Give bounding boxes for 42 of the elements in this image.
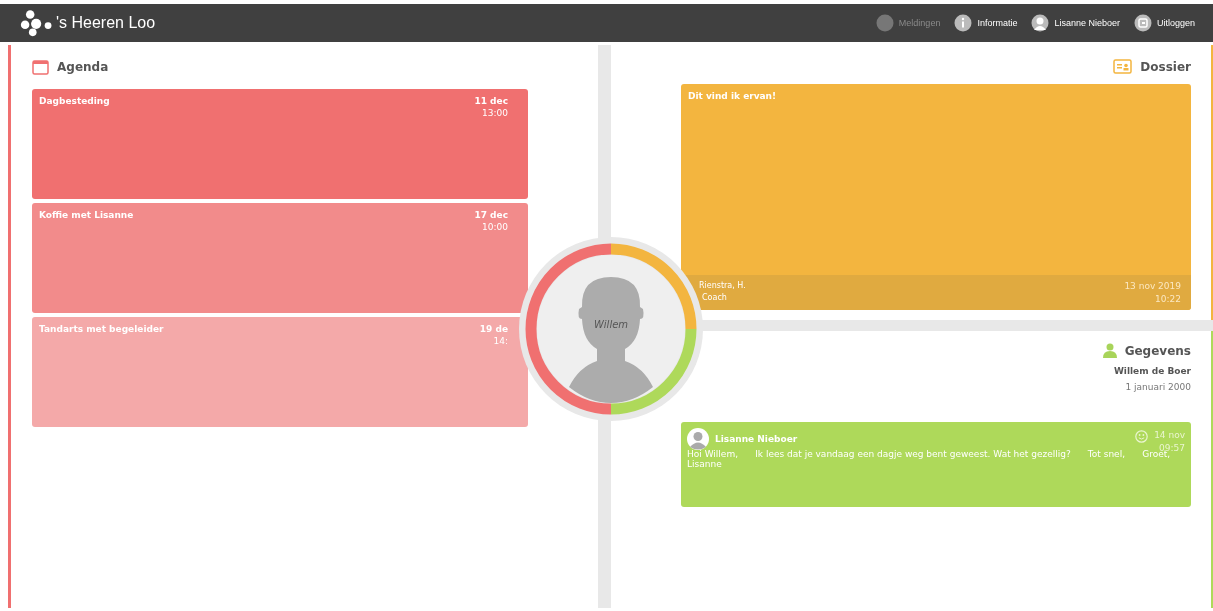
section-title: Agenda: [57, 60, 109, 74]
user-avatar-icon: [1031, 14, 1050, 32]
appointment-title: Koffie met Lisanne: [39, 210, 134, 220]
notification-icon: [875, 14, 894, 32]
logout-icon: [1133, 14, 1152, 32]
message-date: 14 nov: [1154, 430, 1185, 440]
appointment-date: 11 dec: [474, 96, 508, 106]
agenda-card[interactable]: Tandarts met begeleider 19 de 14:: [32, 317, 528, 427]
dossier-card[interactable]: Dit vind ik ervan! Rienstra, H. Coach 13 nov 2019 10:22: [681, 84, 1191, 310]
dossier-title: Dit vind ik ervan!: [687, 91, 778, 101]
message-card[interactable]: Lisanne Nieboer 14 nov 09:57 Hoi Willem, Ik lees dat je vandaag een dagje weg bent geweest. Wat het gezellig? Tot snel, Groet, Lisanne: [681, 422, 1191, 507]
id-card-icon: [1113, 59, 1133, 74]
appointment-title: Tandarts met begeleider: [39, 324, 164, 334]
person-name: Willem de Boer: [1113, 366, 1191, 376]
nav-link[interactable]: Informatie: [954, 14, 1018, 32]
message-text: Hoi Willem, Ik lees dat je vandaag een dagje weg bent geweest. Wat het gezellig? Tot snel, Groet, Lisanne: [687, 449, 1171, 469]
info-icon: [954, 14, 973, 32]
appointment-date: 19 de: [479, 324, 508, 334]
appointment-time: 14:: [493, 336, 508, 346]
person-icon: [1102, 343, 1117, 358]
birth-date: 1 januari 2000: [1125, 382, 1191, 392]
nav-link[interactable]: Uitloggen: [1133, 14, 1195, 32]
calendar-icon: [32, 59, 49, 75]
agenda-card[interactable]: Dagbesteding 11 dec 13:00: [32, 89, 528, 199]
avatar-icon: [687, 428, 709, 450]
agenda-card[interactable]: Koffie met Lisanne 17 dec 10:00: [32, 203, 528, 313]
author-name: Rienstra, H.: [699, 281, 746, 290]
appointment-date: 17 dec: [474, 210, 508, 220]
dossier-time: 10:22: [1155, 294, 1181, 304]
section-title: Gegevens: [1124, 343, 1191, 358]
logo-text: 's Heeren Loo: [56, 14, 156, 32]
smiley-icon: [1135, 430, 1149, 443]
author-role: Coach: [701, 293, 728, 302]
dossier-date: 13 nov 2019: [1124, 281, 1181, 291]
nav-link[interactable]: Lisanne Nieboer: [1031, 14, 1120, 32]
appointment-time: 13:00: [482, 108, 508, 118]
sender-name: Lisanne Nieboer: [715, 434, 799, 444]
logo-icon: [20, 9, 54, 37]
appointment-title: Dagbesteding: [39, 96, 110, 106]
profile-name: Willem: [592, 319, 630, 330]
appointment-time: 10:00: [482, 222, 508, 232]
section-title: Dossier: [1140, 59, 1191, 74]
